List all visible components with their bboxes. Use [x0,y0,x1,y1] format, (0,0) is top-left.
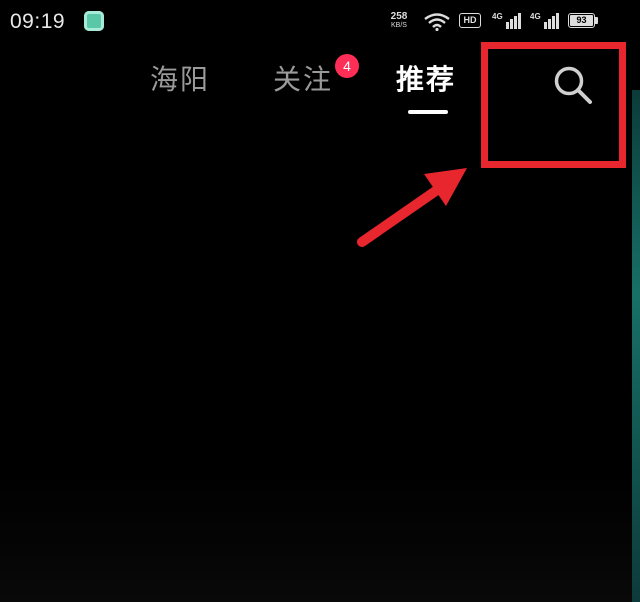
battery-icon: 93 [568,13,595,28]
tab-follow[interactable]: 关注 [273,58,333,98]
battery-tip [595,17,598,24]
tab-local[interactable]: 海阳 [150,58,210,98]
video-area[interactable] [0,470,640,602]
edge-glimpse [632,90,640,602]
network-speed-value: 258 [390,11,408,22]
hd-voice-icon: HD [459,13,481,28]
active-tab-indicator [408,110,448,114]
status-time: 09:19 [10,10,66,33]
arrow-icon [357,168,467,247]
annotation-highlight-box [481,42,626,168]
signal-icon-sim2: 4G [530,12,560,34]
signal-network-type: 4G [492,12,503,21]
battery-level: 93 [576,15,587,25]
network-speed-unit: KB/S [391,22,407,29]
tab-recommend[interactable]: 推荐 [396,58,456,98]
wifi-icon [424,13,450,31]
network-speed: 258 KB/S [386,12,412,30]
app-notification-icon [84,11,104,31]
signal-network-type: 4G [530,12,541,21]
signal-icon-sim1: 4G [492,12,522,34]
status-bar: 09:19 258 KB/S HD 4G 4G 93 [0,0,640,46]
follow-notification-badge: 4 [335,54,359,78]
